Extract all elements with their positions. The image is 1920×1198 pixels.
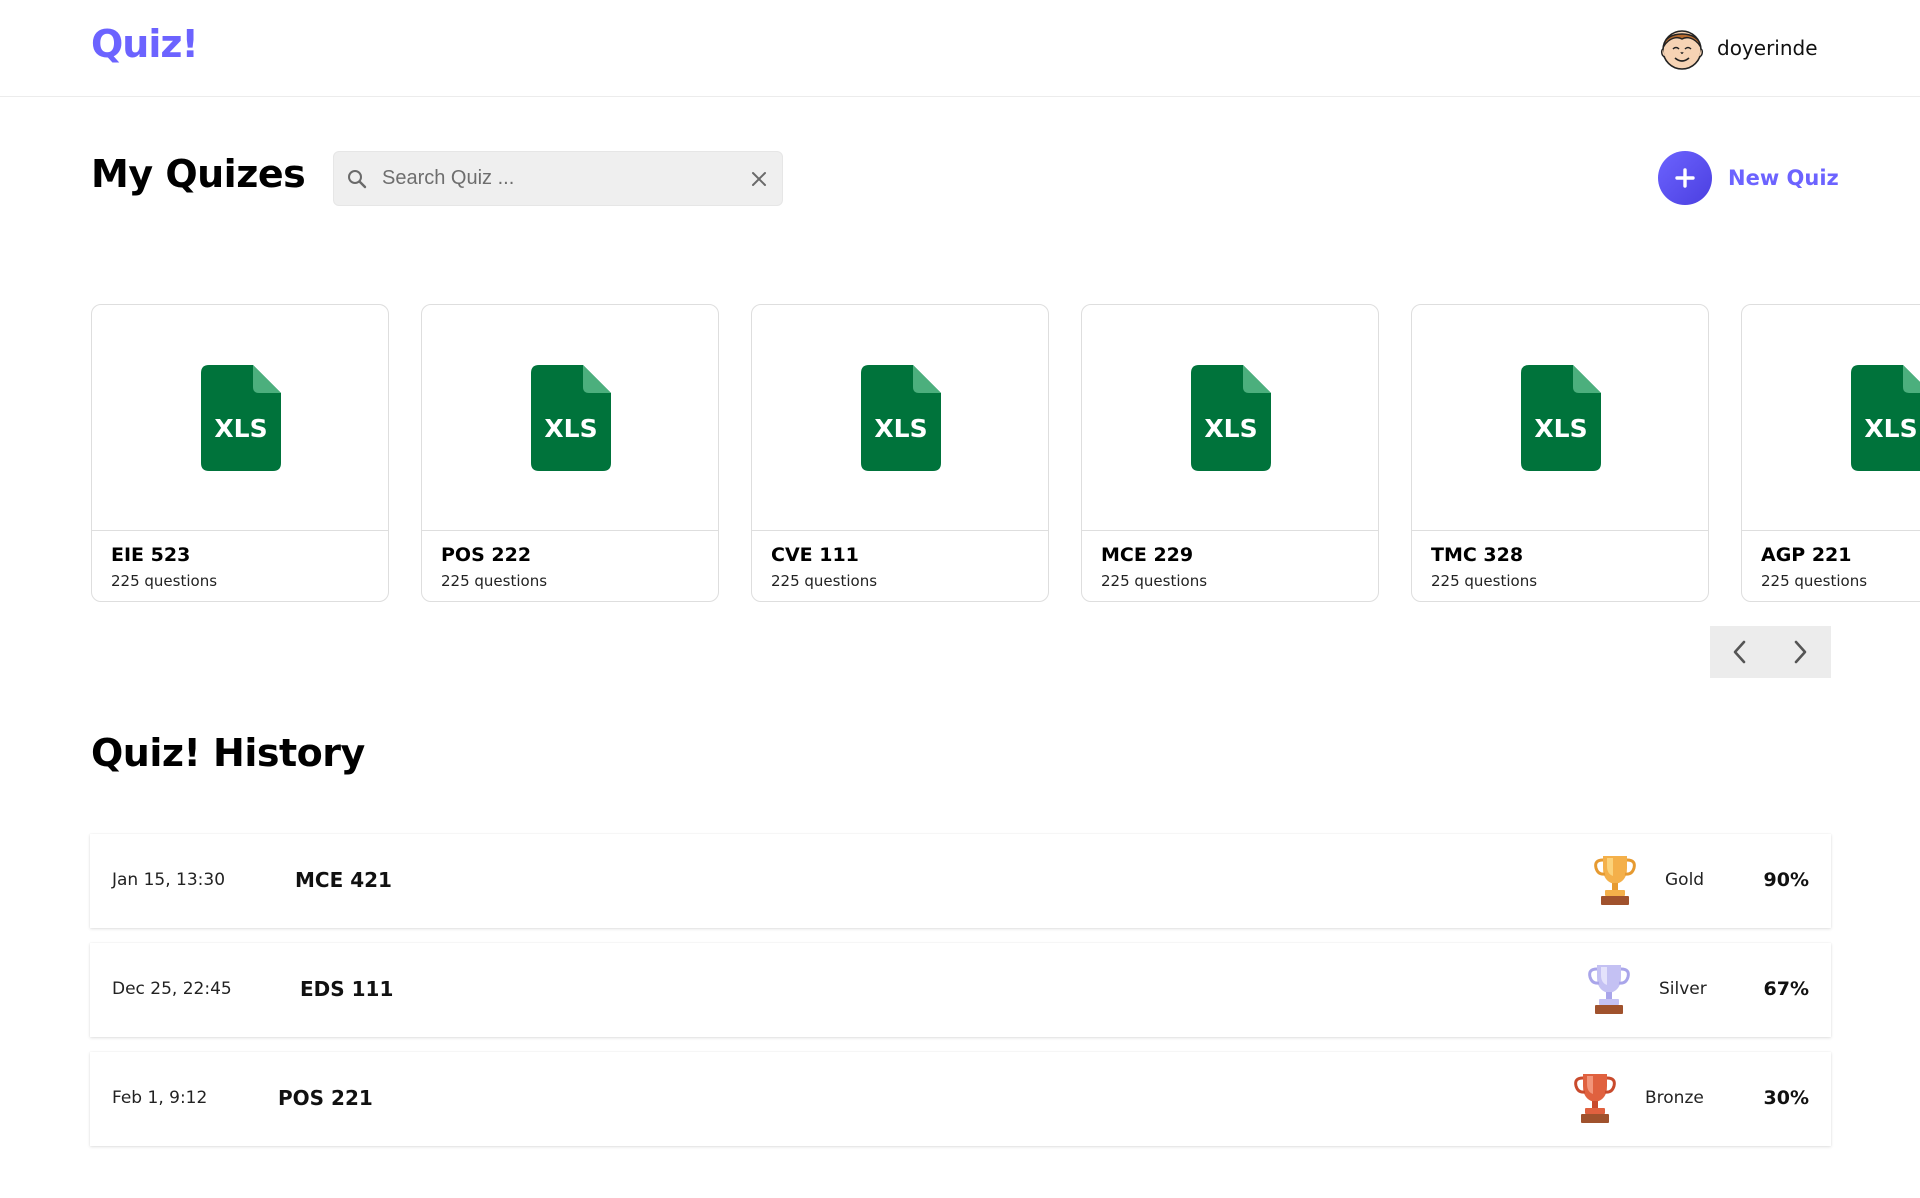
username[interactable]: doyerinde xyxy=(1717,36,1818,60)
top-bar: Quiz! doyerinde xyxy=(0,0,1920,97)
quiz-card-question-count: 225 questions xyxy=(1761,572,1868,590)
svg-text:XLS: XLS xyxy=(1864,414,1917,443)
quiz-card-thumbnail[interactable]: XLS xyxy=(1082,305,1378,531)
chevron-left-icon[interactable] xyxy=(1710,626,1770,678)
quiz-card[interactable]: XLS POS 222 225 questions xyxy=(421,304,719,602)
quiz-card[interactable]: XLS CVE 111 225 questions xyxy=(751,304,1049,602)
user-menu[interactable]: doyerinde xyxy=(1659,24,1818,72)
avatar[interactable] xyxy=(1659,24,1705,72)
quiz-card-title[interactable]: TMC 328 xyxy=(1431,544,1523,566)
search-box[interactable] xyxy=(333,151,783,206)
svg-text:XLS: XLS xyxy=(544,414,597,443)
quiz-card-title[interactable]: MCE 229 xyxy=(1101,544,1193,566)
plus-icon[interactable] xyxy=(1658,151,1712,205)
history-list: Jan 15, 13:30 MCE 421 Gold 90% Dec 25, 2… xyxy=(90,834,1831,1161)
history-medal: Bronze xyxy=(1645,1088,1704,1108)
history-row[interactable]: Feb 1, 9:12 POS 221 Bronze 30% xyxy=(90,1052,1831,1146)
history-course[interactable]: POS 221 xyxy=(278,1086,373,1110)
quiz-card-question-count: 225 questions xyxy=(1101,572,1208,590)
xls-file-icon: XLS xyxy=(1191,365,1271,471)
new-quiz-button[interactable]: New Quiz xyxy=(1658,151,1839,205)
history-course[interactable]: EDS 111 xyxy=(300,977,393,1001)
history-course[interactable]: MCE 421 xyxy=(295,868,392,892)
quiz-card-title[interactable]: AGP 221 xyxy=(1761,544,1852,566)
history-date: Dec 25, 22:45 xyxy=(112,979,232,999)
quiz-card[interactable]: XLS EIE 523 225 questions xyxy=(91,304,389,602)
quiz-card-title[interactable]: POS 222 xyxy=(441,544,531,566)
history-title: Quiz! History xyxy=(91,731,365,775)
xls-file-icon: XLS xyxy=(201,365,281,471)
quiz-card[interactable]: XLS TMC 328 225 questions xyxy=(1411,304,1709,602)
history-row[interactable]: Jan 15, 13:30 MCE 421 Gold 90% xyxy=(90,834,1831,928)
quiz-card-thumbnail[interactable]: XLS xyxy=(1412,305,1708,531)
svg-text:XLS: XLS xyxy=(214,414,267,443)
chevron-right-icon[interactable] xyxy=(1770,626,1830,678)
history-date: Jan 15, 13:30 xyxy=(112,870,226,890)
quiz-card-question-count: 225 questions xyxy=(111,572,218,590)
quiz-card-title[interactable]: EIE 523 xyxy=(111,544,190,566)
quiz-card-title[interactable]: CVE 111 xyxy=(771,544,859,566)
xls-file-icon: XLS xyxy=(531,365,611,471)
svg-text:XLS: XLS xyxy=(1204,414,1257,443)
quiz-card-thumbnail[interactable]: XLS xyxy=(752,305,1048,531)
new-quiz-label[interactable]: New Quiz xyxy=(1728,166,1839,190)
quiz-card[interactable]: XLS AGP 221 225 questions xyxy=(1741,304,1920,602)
quiz-card-thumbnail[interactable]: XLS xyxy=(422,305,718,531)
xls-file-icon: XLS xyxy=(1851,365,1920,471)
gold-trophy-icon xyxy=(1594,856,1636,905)
page-title: My Quizes xyxy=(91,152,306,196)
quiz-card[interactable]: XLS MCE 229 225 questions xyxy=(1081,304,1379,602)
history-row[interactable]: Dec 25, 22:45 EDS 111 Silver 67% xyxy=(90,943,1831,1037)
svg-text:XLS: XLS xyxy=(874,414,927,443)
bronze-trophy-icon xyxy=(1574,1074,1616,1123)
quiz-card-thumbnail[interactable]: XLS xyxy=(92,305,388,531)
history-score: 90% xyxy=(1763,869,1809,891)
silver-trophy-icon xyxy=(1588,965,1630,1014)
svg-text:XLS: XLS xyxy=(1534,414,1587,443)
xls-file-icon: XLS xyxy=(1521,365,1601,471)
history-score: 67% xyxy=(1763,978,1809,1000)
history-date: Feb 1, 9:12 xyxy=(112,1088,208,1108)
history-medal: Gold xyxy=(1665,870,1705,890)
search-icon xyxy=(348,170,367,189)
quiz-card-question-count: 225 questions xyxy=(441,572,548,590)
close-icon[interactable] xyxy=(748,168,770,190)
xls-file-icon: XLS xyxy=(861,365,941,471)
history-score: 30% xyxy=(1763,1087,1809,1109)
quiz-card-question-count: 225 questions xyxy=(771,572,878,590)
quiz-card-question-count: 225 questions xyxy=(1431,572,1538,590)
search-input[interactable] xyxy=(382,152,722,205)
carousel-pager xyxy=(1710,626,1831,678)
history-medal: Silver xyxy=(1659,979,1707,999)
quiz-card-thumbnail[interactable]: XLS xyxy=(1742,305,1920,531)
app-logo[interactable]: Quiz! xyxy=(91,22,199,66)
quiz-carousel: XLS EIE 523 225 questions XLS POS 222 22… xyxy=(91,304,1920,604)
